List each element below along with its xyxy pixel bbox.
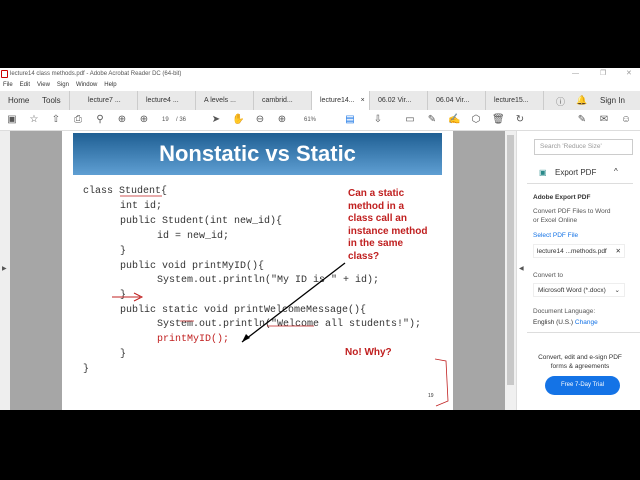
promo-text: Convert, edit and e-sign PDF forms & agre… [538,354,622,370]
arrow-head [242,334,250,342]
toolbar: ▣ ☆ ⇧ ⎙ ⚲ ⊕ ⊕ 19 / 36 ➤ ✋ ⊖ ⊕ 61% ▤ ⇩ ▭ … [0,110,640,131]
language-label: Document Language: [533,308,596,315]
select-cursor-icon[interactable]: ➤ [210,114,222,126]
fit-page-icon[interactable]: ▤ [344,114,356,126]
zoom-search-icon[interactable]: ⚲ [94,114,106,126]
help-icon[interactable]: ⓘ [556,95,565,108]
menu-edit[interactable]: Edit [20,80,30,91]
red-underlines [120,195,449,407]
sign-icon[interactable]: ✍ [448,114,460,126]
acrobat-window: lecture14 class methods.pdf - Adobe Acro… [0,68,640,410]
acrobat-icon [1,70,8,78]
export-pdf-icon: ▣ [539,168,547,177]
tab-doc[interactable]: cambrid... [254,91,312,110]
window-title: lecture14 class methods.pdf - Adobe Acro… [10,71,182,77]
zoom-out-icon[interactable]: ⊖ [254,114,266,126]
export-pdf-header[interactable]: Export PDF [555,168,596,177]
remove-file-icon[interactable]: ✕ [616,245,621,258]
tab-doc[interactable]: lecture4 ... [138,91,196,110]
free-trial-button[interactable]: Free 7-Day Trial [545,376,620,395]
restore-button[interactable]: ❐ [600,68,606,80]
search-tools-input[interactable]: Search 'Reduce Size' [534,139,633,155]
email-icon[interactable]: ✉ [598,114,610,126]
fill-sign-icon[interactable]: ✎ [576,114,588,126]
tab-doc[interactable]: 06.02 Vir... [370,91,428,110]
hand-tool-icon[interactable]: ✋ [232,114,244,126]
menu-window[interactable]: Window [76,80,97,91]
left-navigation-rail[interactable]: ▶ [0,131,10,410]
zoom-level-select[interactable]: 61% [304,117,316,123]
bell-icon[interactable]: 🔔 [576,95,587,106]
document-view[interactable]: Nonstatic vs Static class Student{ int i… [10,131,505,410]
upload-icon[interactable]: ⇧ [50,114,62,126]
section-title: Adobe Export PDF [533,194,591,201]
tab-home[interactable]: Home [0,91,36,110]
vertical-scrollbar[interactable] [505,131,516,410]
ink-annotations [112,195,449,407]
prev-page-icon[interactable]: ⊕ [116,114,128,126]
menu-file[interactable]: File [3,80,13,91]
minimize-button[interactable]: — [572,68,579,80]
collapse-chevron-icon[interactable]: ^ [614,167,618,176]
tab-bar: Home Tools lecture7 ... lecture4 ... A l… [0,91,640,110]
tab-doc-active[interactable]: lecture14... × [312,91,370,110]
pane-divider[interactable]: ◀ [516,131,527,410]
close-window-button[interactable]: ✕ [626,68,632,80]
arrow-line [241,262,346,343]
pdf-page: Nonstatic vs Static class Student{ int i… [62,131,453,410]
save-icon[interactable]: ▣ [6,114,18,126]
tab-doc[interactable]: lecture7 ... [80,91,138,110]
menu-help[interactable]: Help [104,80,116,91]
rotate-icon[interactable]: ↻ [514,114,526,126]
selected-file: lecture14 ...methods.pdf ✕ [533,244,625,258]
scroll-thumb[interactable] [507,135,514,385]
change-language-link[interactable]: Change [575,319,598,326]
stamp-icon[interactable]: ⬡ [470,114,482,126]
next-page-icon[interactable]: ⊕ [138,114,150,126]
print-icon[interactable]: ⎙ [72,114,84,126]
menu-bar: File Edit View Sign Window Help [0,80,640,91]
page-number-input[interactable]: 19 [162,117,169,123]
tab-doc[interactable]: 06.04 Vir... [428,91,486,110]
highlight-icon[interactable]: ✎ [426,114,438,126]
tab-doc[interactable]: lecture15... [486,91,544,110]
star-icon[interactable]: ☆ [28,114,40,126]
delete-icon[interactable]: 🗑 [492,114,505,126]
comment-icon[interactable]: ▭ [404,114,416,126]
export-description: Convert PDF Files to Word or Excel Online [533,208,611,224]
tab-label: lecture14... [320,97,355,104]
menu-sign[interactable]: Sign [57,80,69,91]
convert-to-label: Convert to [533,272,563,279]
close-tab-icon[interactable]: × [361,97,365,104]
language-value: English (U.S.) Change [533,319,598,326]
title-bar: lecture14 class methods.pdf - Adobe Acro… [0,68,640,80]
convert-format-select[interactable]: Microsoft Word (*.docx) ⌄ [533,283,625,297]
scroll-mode-icon[interactable]: ⇩ [372,114,384,126]
file-name: lecture14 ...methods.pdf [537,248,607,255]
tab-doc[interactable]: A levels ... [196,91,254,110]
menu-view[interactable]: View [37,80,50,91]
red-arrow [112,292,144,302]
page-total: / 36 [176,117,187,123]
zoom-in-icon[interactable]: ⊕ [276,114,288,126]
share-user-icon[interactable]: ☺ [620,114,632,126]
sign-in-button[interactable]: Sign In [600,91,625,110]
select-pdf-file-link[interactable]: Select PDF File [533,232,578,239]
tab-tools[interactable]: Tools [34,91,70,110]
tools-pane: Search 'Reduce Size' ▣ Export PDF ^ Adob… [527,131,640,410]
